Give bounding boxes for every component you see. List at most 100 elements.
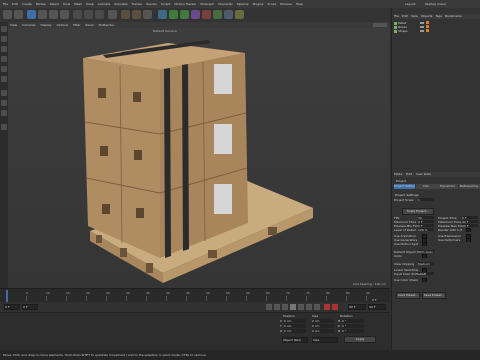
world-coordinates-icon[interactable] <box>108 10 117 19</box>
render-settings-icon[interactable] <box>143 10 152 19</box>
3d-viewport[interactable]: Default Camera Grid Spacing : 100 cm <box>8 28 390 288</box>
attribute-checkbox[interactable] <box>422 242 427 246</box>
menu-item-animate[interactable]: Animate <box>98 2 111 6</box>
autokey-icon[interactable] <box>332 304 338 310</box>
menu-item-motion-tracker[interactable]: Motion Tracker <box>174 2 196 6</box>
menu-item-mograph[interactable]: MoGraph <box>200 2 214 6</box>
end-frame-field[interactable]: 90 F <box>348 304 366 310</box>
menu-item-character[interactable]: Character <box>218 2 233 6</box>
make-editable-icon[interactable] <box>1 26 7 32</box>
menu-item-help[interactable]: Help <box>296 2 303 6</box>
texture-mode-icon[interactable] <box>1 46 7 52</box>
menu-item-tracker[interactable]: Tracker <box>132 2 143 6</box>
size-field[interactable]: 0 cm <box>312 329 334 333</box>
rotation-field[interactable]: 0 ° <box>342 324 364 328</box>
preview-end-field[interactable]: 90 F <box>368 304 386 310</box>
next-key-icon[interactable] <box>306 304 312 310</box>
timeline[interactable]: 051015202530354045505560657075808590 0 F <box>0 288 390 303</box>
subdivision-surface-icon[interactable] <box>180 10 189 19</box>
menu-item-snap[interactable]: Snap <box>86 2 94 6</box>
coordinate-mode-select[interactable]: Object (Rel) <box>282 337 308 343</box>
spline-pen-icon[interactable] <box>169 10 178 19</box>
previous-frame-icon[interactable] <box>282 304 288 310</box>
redo-icon[interactable] <box>14 10 23 19</box>
om-menu-tags[interactable]: Tags <box>435 14 442 18</box>
attribute-checkbox[interactable] <box>466 228 471 232</box>
x-axis-icon[interactable] <box>73 10 82 19</box>
object-row[interactable]: Straps <box>394 29 480 33</box>
next-frame-icon[interactable] <box>298 304 304 310</box>
edges-mode-icon[interactable] <box>1 66 7 72</box>
polygons-mode-icon[interactable] <box>1 76 7 82</box>
menu-item-mesh[interactable]: Mesh <box>74 2 82 6</box>
move-icon[interactable] <box>38 10 47 19</box>
z-axis-icon[interactable] <box>95 10 104 19</box>
workplane-icon[interactable] <box>1 110 7 116</box>
record-icon[interactable] <box>324 304 330 310</box>
go-to-end-icon[interactable] <box>314 304 320 310</box>
viewport-nav-icons[interactable] <box>373 23 387 27</box>
position-field[interactable]: 0 cm <box>284 329 306 333</box>
attribute-value[interactable]: 0 F <box>418 220 434 223</box>
scale-project-button[interactable]: Scale Project... <box>402 208 434 215</box>
visibility-dots-icon[interactable] <box>420 30 424 32</box>
attribute-value[interactable]: 0 F <box>418 224 434 227</box>
cube-icon[interactable] <box>158 10 167 19</box>
menu-item-tools[interactable]: Tools <box>63 2 70 6</box>
rotate-icon[interactable] <box>60 10 69 19</box>
menu-item-window[interactable]: Window <box>280 2 292 6</box>
layout-select[interactable]: Startup (User) <box>425 2 446 6</box>
save-preset-button[interactable]: Save Preset... <box>422 292 446 299</box>
menu-item-create[interactable]: Create <box>22 2 32 6</box>
array-icon[interactable] <box>191 10 200 19</box>
attribute-value[interactable]: Medium <box>418 262 434 265</box>
menu-item-edit[interactable]: Edit <box>12 2 18 6</box>
lock-workplane-icon[interactable] <box>1 124 7 130</box>
tab-dynamics[interactable]: Dynamics <box>437 184 458 189</box>
playhead[interactable] <box>6 290 8 302</box>
size-mode-select[interactable]: Size <box>312 337 338 343</box>
om-menu-file[interactable]: File <box>394 14 399 18</box>
viewport-menu-filter[interactable]: Filter <box>73 23 80 27</box>
menu-item-sculpt[interactable]: Sculpt <box>161 2 170 6</box>
snapping-icon[interactable] <box>1 100 7 106</box>
visibility-dots-icon[interactable] <box>420 26 424 28</box>
rotation-field[interactable]: 0 ° <box>342 319 364 323</box>
menu-item-select[interactable]: Select <box>50 2 59 6</box>
points-mode-icon[interactable] <box>1 56 7 62</box>
tab-project-settings[interactable]: Project Settings <box>394 184 415 189</box>
y-axis-icon[interactable] <box>84 10 93 19</box>
visibility-dots-icon[interactable] <box>420 22 424 24</box>
viewport-menu-display[interactable]: Display <box>40 23 51 27</box>
size-field[interactable]: 0 cm <box>312 324 334 328</box>
menu-item-script[interactable]: Script <box>267 2 276 6</box>
attributes-menu-edit[interactable]: Edit <box>406 172 412 176</box>
menu-item-plugins[interactable]: Plugins <box>253 2 264 6</box>
undo-icon[interactable] <box>3 10 12 19</box>
apply-button[interactable]: Apply <box>344 336 376 343</box>
axis-mode-icon[interactable] <box>1 90 7 96</box>
previous-key-icon[interactable] <box>274 304 280 310</box>
rotation-field[interactable]: 0 ° <box>342 329 364 333</box>
attribute-value[interactable]: 30 <box>418 216 434 219</box>
start-frame-field[interactable]: 0 F <box>4 304 20 310</box>
live-selection-icon[interactable] <box>27 10 36 19</box>
menu-item-simulate[interactable]: Simulate <box>114 2 127 6</box>
light-icon[interactable] <box>235 10 244 19</box>
position-field[interactable]: 0 cm <box>284 319 306 323</box>
go-to-start-icon[interactable] <box>266 304 272 310</box>
attribute-value[interactable]: 0 F <box>462 216 478 219</box>
attribute-value[interactable]: sRGB <box>418 272 434 275</box>
viewport-menu-options[interactable]: Options <box>57 23 69 27</box>
attributes-menu-user-data[interactable]: User Data <box>416 172 431 176</box>
model-mode-icon[interactable] <box>1 36 7 42</box>
menu-item-render[interactable]: Render <box>146 2 157 6</box>
render-picture-viewer-icon[interactable] <box>132 10 141 19</box>
om-menu-bookmarks[interactable]: Bookmarks <box>445 14 462 18</box>
om-menu-objects[interactable]: Objects <box>421 14 432 18</box>
position-field[interactable]: 0 cm <box>284 324 306 328</box>
camera-tool-icon[interactable] <box>224 10 233 19</box>
play-icon[interactable] <box>290 304 296 310</box>
render-view-icon[interactable] <box>121 10 130 19</box>
menu-item-file[interactable]: File <box>3 2 8 6</box>
